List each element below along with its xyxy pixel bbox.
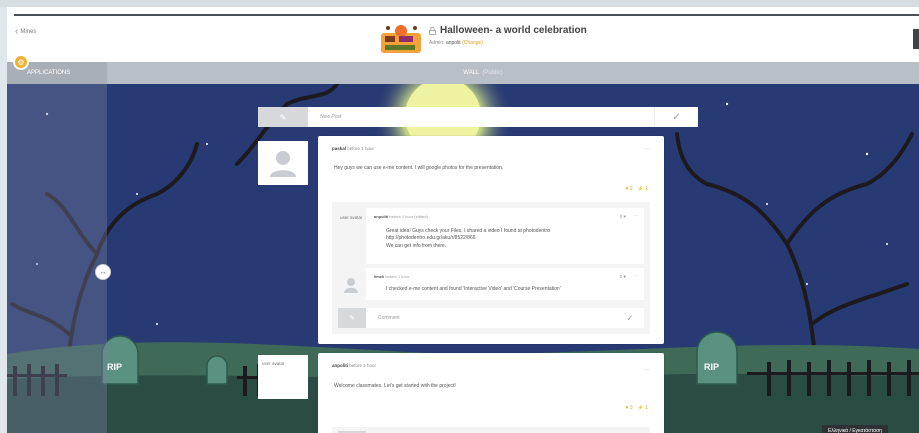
svg-text:RIP: RIP bbox=[704, 362, 719, 372]
comment-header: limeli before 1 hour bbox=[374, 274, 409, 279]
window-top-edge bbox=[0, 0, 919, 7]
wall-subbar: WALL (Public) APPLICATIONS bbox=[7, 62, 919, 84]
comment-input-bar: ✎ Comment ✓ bbox=[338, 308, 644, 328]
post-reactions: ♥ 3 ⚡ 1 bbox=[625, 405, 648, 411]
comment-avatar: user avatar bbox=[340, 215, 363, 220]
wall-visibility: (Public) bbox=[482, 70, 503, 76]
comment-avatar bbox=[342, 276, 360, 294]
applications-label: APPLICATIONS bbox=[27, 70, 71, 76]
bolt-counter[interactable]: ⚡ 1 bbox=[638, 405, 648, 411]
bolt-counter[interactable]: ⚡ 1 bbox=[638, 186, 648, 192]
happy-halloween-logo bbox=[381, 25, 421, 53]
admin-line: Admin: anpolit (Change) bbox=[429, 40, 587, 46]
avatar-label: user avatar bbox=[262, 361, 285, 366]
svg-text:RIP: RIP bbox=[107, 362, 122, 372]
edit-icon: ✎ bbox=[338, 308, 366, 328]
more-icon[interactable]: ··· bbox=[634, 213, 639, 218]
new-post-bar: ✎ New Post ✓ bbox=[258, 107, 698, 127]
header-top-border bbox=[14, 14, 919, 16]
comment-link[interactable]: http://photodentro.edu.gr/aku/r/8522/866 bbox=[386, 235, 550, 242]
post-submit-button[interactable]: ✓ bbox=[654, 107, 698, 127]
post-author-avatar: user avatar bbox=[258, 355, 308, 399]
new-post-input[interactable]: New Post bbox=[308, 107, 654, 127]
comment-likes[interactable]: 0 ♥ bbox=[620, 214, 626, 219]
bolt-icon: ⚡ bbox=[637, 186, 644, 192]
back-link[interactable]: ‹ Mines bbox=[15, 27, 36, 37]
post-card: anpoliti before 1 hour ··· Welcome class… bbox=[318, 353, 664, 433]
comment-author[interactable]: anpoliti bbox=[374, 214, 388, 219]
more-icon[interactable]: ··· bbox=[644, 146, 650, 152]
like-icon: ♥ bbox=[625, 186, 629, 192]
comment: anpoliti before 1 hour (edited) 0 ♥ ··· … bbox=[366, 208, 644, 264]
resize-handle-icon[interactable]: ↔ bbox=[95, 264, 111, 280]
admin-user[interactable]: anpolit bbox=[446, 40, 461, 46]
post-reactions: ♥ 2 ⚡ 1 bbox=[625, 186, 648, 192]
comment-text: Great idea! Guys check your Files, I sha… bbox=[386, 228, 550, 250]
check-icon: ✓ bbox=[626, 312, 634, 323]
wall-tab-label: WALL (Public) bbox=[7, 62, 919, 84]
comment-header: anpoliti before 1 hour (edited) bbox=[374, 214, 428, 219]
comment-line: We can get info from there. bbox=[386, 242, 447, 249]
comment-likes[interactable]: 0 ♥ bbox=[620, 274, 626, 279]
gear-icon[interactable]: ⚙ bbox=[13, 54, 29, 70]
comments-section bbox=[332, 427, 650, 433]
more-icon[interactable]: ··· bbox=[644, 367, 650, 373]
post-text: Welcome classmates. Let's get started wi… bbox=[334, 383, 456, 389]
page-title: Halloween- a world celebration bbox=[429, 25, 587, 36]
change-admin-link[interactable]: (Change) bbox=[462, 40, 483, 46]
user-silhouette-icon bbox=[344, 278, 358, 293]
app-window: ‹ Mines Halloween- a world celebration A… bbox=[7, 7, 919, 433]
comment-author[interactable]: limeli bbox=[374, 274, 384, 279]
admin-prefix: Admin: bbox=[429, 40, 445, 46]
wall-header: ‹ Mines Halloween- a world celebration A… bbox=[7, 9, 919, 62]
bolt-count: 1 bbox=[645, 186, 648, 192]
edit-icon: ✎ bbox=[258, 107, 308, 127]
user-silhouette-icon bbox=[258, 141, 308, 185]
post-author-avatar bbox=[258, 141, 308, 185]
like-icon: ♥ bbox=[625, 405, 629, 411]
comment-submit-button[interactable]: ✓ bbox=[616, 308, 644, 328]
like-count: 3 bbox=[629, 405, 633, 411]
bolt-icon: ⚡ bbox=[637, 405, 644, 411]
post-header: paskal before 1 hour bbox=[332, 146, 374, 151]
language-selector[interactable]: Ελληνικά / Εγκατάσταση bbox=[822, 425, 888, 433]
comment: limeli before 1 hour 0 ♥ ··· I checked e… bbox=[366, 268, 644, 300]
like-counter[interactable]: ♥ 2 bbox=[625, 186, 632, 192]
post-card: paskal before 1 hour ··· Hey guys we can… bbox=[318, 136, 664, 344]
wall-title-block: Halloween- a world celebration Admin: an… bbox=[429, 25, 587, 46]
chevron-left-icon: ‹ bbox=[15, 26, 19, 37]
comment-input[interactable]: Comment bbox=[366, 308, 616, 328]
comment-time: before 1 hour (edited) bbox=[389, 214, 428, 219]
scrollbar-thumb[interactable] bbox=[913, 29, 919, 49]
comment-time: before 1 hour bbox=[385, 274, 410, 279]
wall-title-text: Halloween- a world celebration bbox=[440, 25, 587, 36]
like-counter[interactable]: ♥ 3 bbox=[625, 405, 632, 411]
post-author[interactable]: anpoliti bbox=[332, 363, 348, 368]
post-header: anpoliti before 1 hour bbox=[332, 363, 376, 368]
wall-label: WALL bbox=[463, 70, 480, 76]
like-count: 2 bbox=[629, 186, 633, 192]
post-time: before 1 hour bbox=[347, 146, 375, 151]
more-icon[interactable]: ··· bbox=[634, 273, 639, 278]
comment-text: I checked e-me content and found 'Intera… bbox=[386, 286, 561, 292]
comments-section: user avatar anpoliti before 1 hour (edit… bbox=[332, 202, 650, 334]
post-author[interactable]: paskal bbox=[332, 146, 346, 151]
applications-sidebar bbox=[7, 84, 107, 433]
post-text: Hey guys we can use e-me content. I will… bbox=[334, 165, 504, 171]
lock-icon bbox=[429, 26, 436, 35]
bolt-count: 1 bbox=[645, 405, 648, 411]
back-link-label: Mines bbox=[20, 29, 37, 35]
post-time: before 1 hour bbox=[349, 363, 377, 368]
check-icon: ✓ bbox=[672, 111, 681, 123]
comment-line: Great idea! Guys check your Files, I sha… bbox=[386, 228, 550, 234]
